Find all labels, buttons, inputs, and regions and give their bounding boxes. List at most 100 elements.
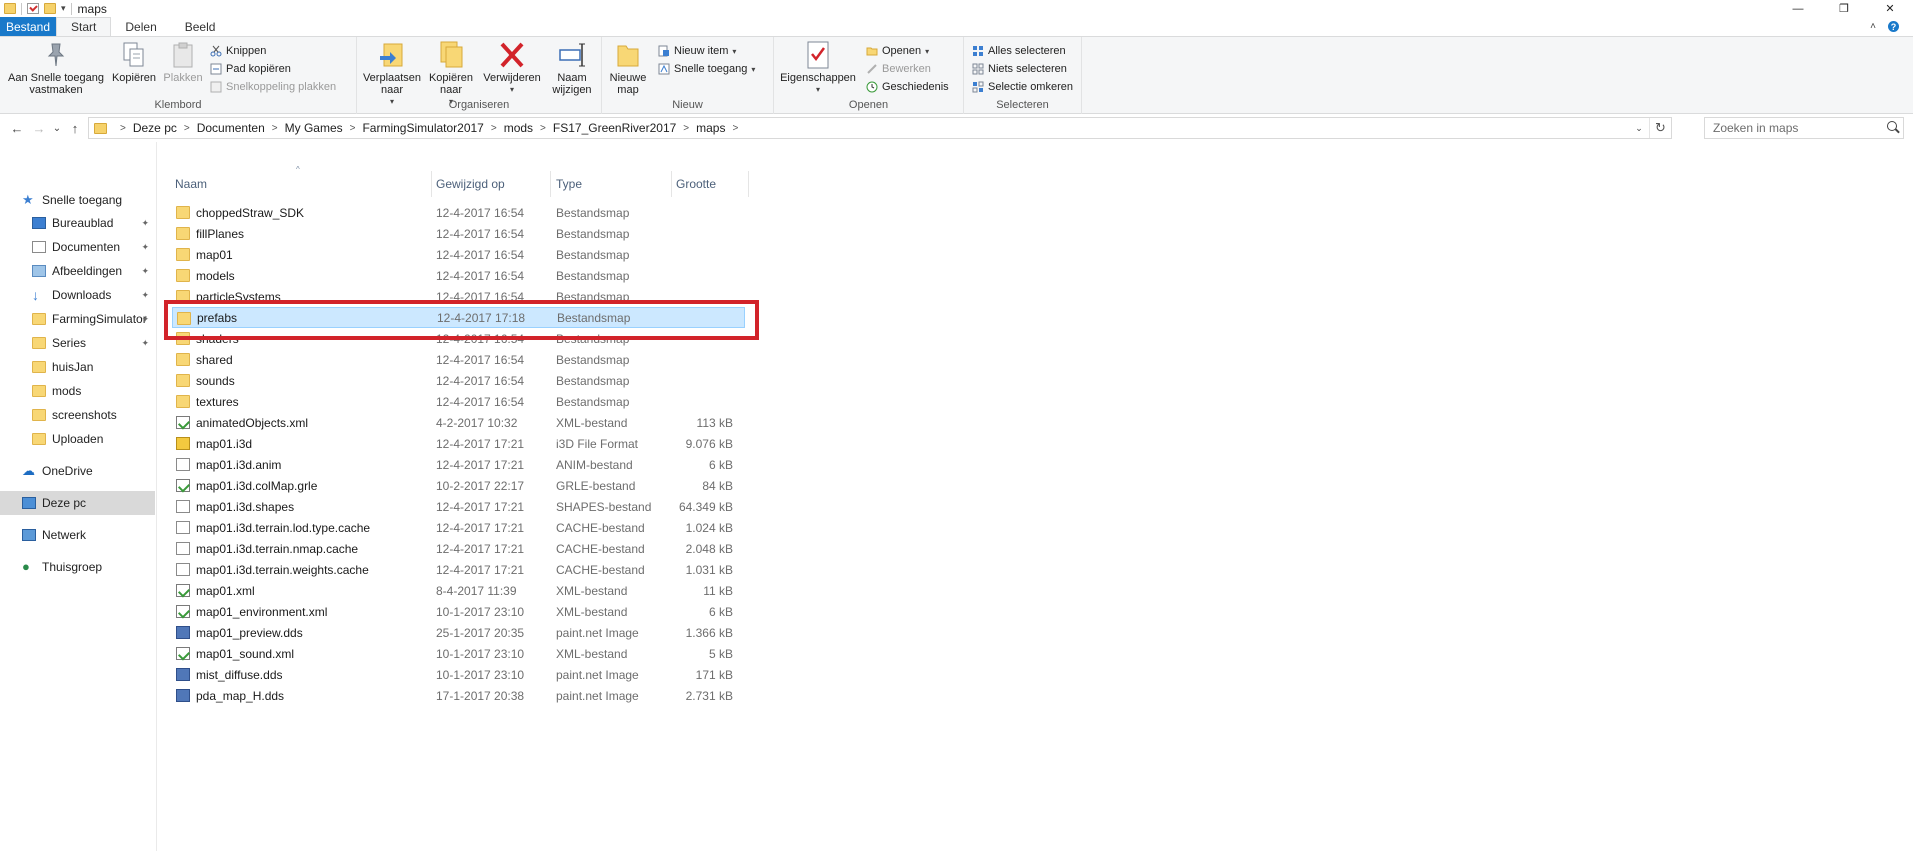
nav-onedrive[interactable]: ☁ OneDrive (0, 459, 155, 483)
nav-network[interactable]: Netwerk (0, 523, 155, 547)
copy-button[interactable]: Kopiëren (110, 40, 158, 84)
paste-button[interactable]: Plakken (160, 40, 206, 84)
breadcrumb-separator-icon[interactable]: > (184, 123, 190, 134)
table-row[interactable]: map01.i3d 12-4-2017 17:21 i3D File Format 9… (172, 433, 745, 454)
close-button[interactable]: ✕ (1867, 0, 1913, 17)
easy-access-button[interactable]: Snelle toegang ▾ (658, 63, 755, 75)
new-folder-icon[interactable] (44, 3, 56, 14)
column-header-name[interactable]: Naam (175, 169, 431, 199)
nav-mods[interactable]: mods (0, 379, 155, 403)
select-all-button[interactable]: Alles selecteren (972, 45, 1066, 57)
forward-button[interactable]: → (28, 117, 50, 139)
address-bar[interactable]: > Deze pc > Documenten > My Games > Farm… (88, 117, 1672, 139)
refresh-button[interactable]: ↻ (1649, 118, 1671, 138)
breadcrumb-separator-icon[interactable]: > (120, 123, 126, 134)
table-row[interactable]: map01_sound.xml 10-1-2017 23:10 XML-bestan… (172, 643, 745, 664)
table-row[interactable]: fillPlanes 12-4-2017 16:54 Bestandsmap (172, 223, 745, 244)
nav-pictures[interactable]: Afbeeldingen ✦ (0, 259, 155, 283)
table-row[interactable]: map01.i3d.terrain.nmap.cache 12-4-2017 17… (172, 538, 745, 559)
breadcrumb-separator-icon[interactable]: > (683, 123, 689, 134)
table-row[interactable]: choppedStraw_SDK 12-4-2017 16:54 Bestandsm… (172, 202, 745, 223)
nav-this-pc[interactable]: Deze pc (0, 491, 155, 515)
column-header-size[interactable]: Grootte (676, 169, 746, 199)
breadcrumb-my-games[interactable]: My Games (285, 121, 343, 135)
breadcrumb-maps[interactable]: maps (696, 121, 725, 135)
table-row[interactable]: prefabs 12-4-2017 17:18 Bestandsmap (172, 307, 745, 328)
new-folder-button[interactable]: Nieuwe map (608, 40, 648, 96)
table-row[interactable]: map01.i3d.terrain.weights.cache 12-4-2017… (172, 559, 745, 580)
maximize-button[interactable]: ❐ (1821, 0, 1867, 17)
column-header-date[interactable]: Gewijzigd op (436, 169, 548, 199)
breadcrumb-fs17-greenriver2017[interactable]: FS17_GreenRiver2017 (553, 121, 676, 135)
divider[interactable] (431, 171, 432, 197)
customize-toolbar-chevron-icon[interactable]: ▾ (61, 3, 66, 14)
nav-screenshots[interactable]: screenshots (0, 403, 155, 427)
breadcrumb-mods[interactable]: mods (504, 121, 533, 135)
invert-selection-button[interactable]: Selectie omkeren (972, 81, 1073, 93)
recent-locations-button[interactable]: ⌄ (50, 117, 64, 139)
table-row[interactable]: animatedObjects.xml 4-2-2017 10:32 XML-bes… (172, 412, 745, 433)
breadcrumb-separator-icon[interactable]: > (540, 123, 546, 134)
table-row[interactable]: textures 12-4-2017 16:54 Bestandsmap (172, 391, 745, 412)
breadcrumb-deze-pc[interactable]: Deze pc (133, 121, 177, 135)
breadcrumb-separator-icon[interactable]: > (732, 123, 738, 134)
breadcrumb-farmingsimulator2017[interactable]: FarmingSimulator2017 (362, 121, 483, 135)
cut-button[interactable]: Knippen (210, 45, 266, 57)
divider[interactable] (671, 171, 672, 197)
nav-huisjan[interactable]: huisJan (0, 355, 155, 379)
search-icon[interactable] (1887, 121, 1897, 131)
table-row[interactable]: map01.i3d.terrain.lod.type.cache 12-4-201… (172, 517, 745, 538)
address-dropdown-chevron-icon[interactable]: ⌄ (1629, 123, 1649, 134)
nav-quick-access[interactable]: ★ Snelle toegang (0, 188, 155, 212)
tab-file[interactable]: Bestand (0, 17, 57, 36)
table-row[interactable]: sounds 12-4-2017 16:54 Bestandsmap (172, 370, 745, 391)
collapse-ribbon-icon[interactable]: ˄ (1870, 21, 1876, 32)
nav-downloads[interactable]: ↓ Downloads ✦ (0, 283, 155, 307)
column-header-type[interactable]: Type (556, 169, 670, 199)
tab-start[interactable]: Start (56, 17, 112, 36)
table-row[interactable]: map01_preview.dds 25-1-2017 20:35 paint.ne… (172, 622, 745, 643)
nav-series[interactable]: Series ✦ (0, 331, 155, 355)
select-none-button[interactable]: Niets selecteren (972, 63, 1067, 75)
divider[interactable] (550, 171, 551, 197)
nav-documents[interactable]: Documenten ✦ (0, 235, 155, 259)
breadcrumb-documenten[interactable]: Documenten (197, 121, 265, 135)
tab-share[interactable]: Delen (111, 17, 170, 36)
breadcrumb-separator-icon[interactable]: > (491, 123, 497, 134)
history-button[interactable]: Geschiedenis (866, 81, 949, 93)
table-row[interactable]: pda_map_H.dds 17-1-2017 20:38 paint.net Im… (172, 685, 745, 706)
search-box[interactable] (1704, 117, 1904, 139)
table-row[interactable]: map01.i3d.anim 12-4-2017 17:21 ANIM-bestan… (172, 454, 745, 475)
table-row[interactable]: shaders 12-4-2017 16:54 Bestandsmap (172, 328, 745, 349)
table-row[interactable]: mist_diffuse.dds 10-1-2017 23:10 paint.net… (172, 664, 745, 685)
table-row[interactable]: map01_environment.xml 10-1-2017 23:10 XML-… (172, 601, 745, 622)
help-icon[interactable]: ? (1888, 21, 1899, 32)
breadcrumb-separator-icon[interactable]: > (350, 123, 356, 134)
new-item-button[interactable]: Nieuw item ▾ (658, 45, 736, 57)
nav-homegroup[interactable]: ● Thuisgroep (0, 555, 155, 579)
breadcrumb-separator-icon[interactable]: > (272, 123, 278, 134)
nav-farmingsimulator[interactable]: FarmingSimulator ✦ (0, 307, 155, 331)
pin-quick-access-button[interactable]: Aan Snelle toegang vastmaken (4, 40, 108, 96)
table-row[interactable]: map01.i3d.shapes 12-4-2017 17:21 SHAPES-be… (172, 496, 745, 517)
copy-path-button[interactable]: Pad kopiëren (210, 63, 291, 75)
table-row[interactable]: models 12-4-2017 16:54 Bestandsmap (172, 265, 745, 286)
edit-button[interactable]: Bewerken (866, 63, 931, 75)
nav-uploaden[interactable]: Uploaden (0, 427, 155, 451)
table-row[interactable]: particleSystems 12-4-2017 16:54 Bestandsma… (172, 286, 745, 307)
paste-shortcut-button[interactable]: Snelkoppeling plakken (210, 81, 336, 93)
search-input[interactable] (1713, 121, 1883, 135)
tab-view[interactable]: Beeld (171, 17, 230, 36)
table-row[interactable]: map01.i3d.colMap.grle 10-2-2017 22:17 GRLE… (172, 475, 745, 496)
divider[interactable] (748, 171, 749, 197)
rename-button[interactable]: Naam wijzigen (547, 40, 597, 96)
properties-button[interactable]: Eigenschappen ▾ (778, 40, 858, 96)
nav-desktop[interactable]: Bureaublad ✦ (0, 211, 155, 235)
copy-to-button[interactable]: Kopiëren naar ▾ (425, 40, 477, 108)
table-row[interactable]: map01.xml 8-4-2017 11:39 XML-bestand 11 kB (172, 580, 745, 601)
delete-button[interactable]: Verwijderen ▾ (481, 40, 543, 96)
table-row[interactable]: shared 12-4-2017 16:54 Bestandsmap (172, 349, 745, 370)
properties-icon[interactable] (27, 3, 39, 14)
move-to-button[interactable]: Verplaatsen naar ▾ (361, 40, 423, 108)
table-row[interactable]: map01 12-4-2017 16:54 Bestandsmap (172, 244, 745, 265)
